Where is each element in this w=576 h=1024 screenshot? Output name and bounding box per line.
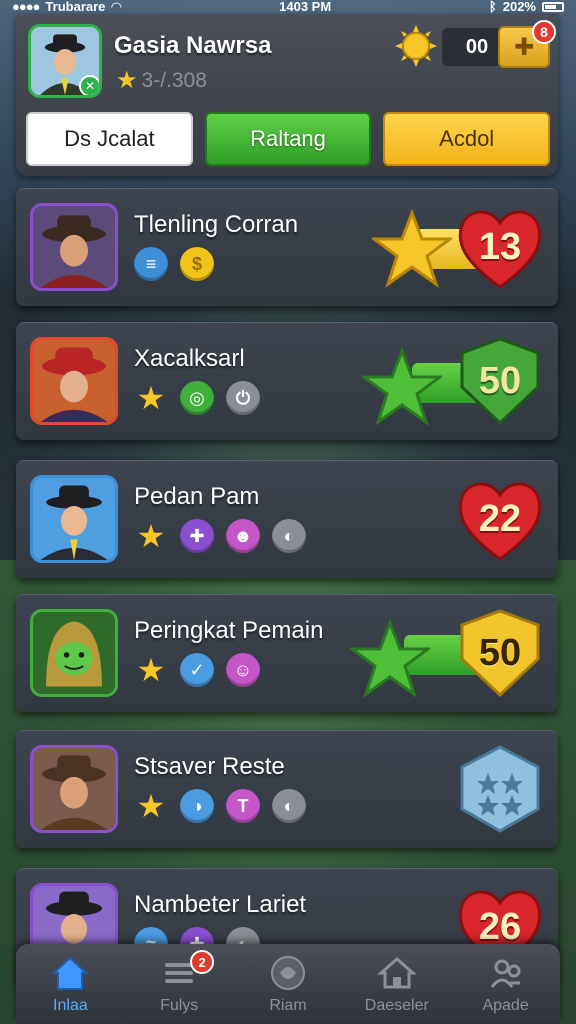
player-name: Nambeter Lariet <box>134 891 307 918</box>
nav-notification-badge: 2 <box>190 950 215 974</box>
player-name: Pedan Pam <box>134 483 260 510</box>
player-rank: ★ 3-/.308 <box>116 66 207 95</box>
wifi-icon: ◠ <box>111 0 122 14</box>
star-icon: ★ <box>136 518 166 554</box>
blue-token-icon: ≡ <box>134 247 168 281</box>
tab-ranking[interactable]: Raltang <box>204 112 372 166</box>
list-item[interactable]: Xacalksarl ★ ◎ ⏻ 50 <box>16 322 558 440</box>
nav-item-home[interactable]: Inlaa <box>16 944 125 1024</box>
achievement-icons: ★ ◎ ⏻ <box>134 380 260 416</box>
score-badge: 13 <box>454 201 546 293</box>
blue-token-icon: ✓ <box>180 653 214 687</box>
sun-coin-icon <box>395 25 437 67</box>
score-badge <box>454 743 546 835</box>
star-icon: ★ <box>136 788 166 824</box>
blue-token-icon: ◑ <box>180 789 214 823</box>
score-value: 22 <box>478 497 522 540</box>
score-badge: 50 <box>454 607 546 699</box>
gift-notification-badge: 8 <box>532 20 556 44</box>
nav-label: Inlaa <box>53 997 88 1014</box>
nav-item-list[interactable]: 2 Fulys <box>125 944 234 1024</box>
nav-label: Riam <box>269 997 307 1014</box>
gold-token-icon: $ <box>180 247 214 281</box>
rank-value: 3-/.308 <box>141 68 207 92</box>
people-icon <box>486 953 526 993</box>
nav-label: Daeseler <box>364 997 429 1014</box>
battery-percent: 202% <box>502 0 536 14</box>
score-value: 13 <box>478 225 522 268</box>
player-name: Peringkat Pemain <box>134 617 324 644</box>
nav-item-house[interactable]: Daeseler <box>342 944 451 1024</box>
goblin-portrait-icon <box>33 612 115 694</box>
star-icon: ★ <box>136 652 166 688</box>
rank-star-icon: ★ <box>116 67 138 94</box>
signal-icon: ●●●● <box>12 0 40 14</box>
fedora-portrait-icon <box>33 478 115 560</box>
list-item[interactable]: Stsaver Reste ★ ◑ T ◐ <box>16 730 558 848</box>
gray-token-icon: ◐ <box>272 519 306 553</box>
player-avatar <box>30 203 118 291</box>
home-icon <box>50 953 90 993</box>
pink-token-icon: ☻ <box>226 519 260 553</box>
pink-token-icon: ☺ <box>226 653 260 687</box>
achievement-icons: ★ ✚ ☻ ◐ <box>134 518 306 554</box>
player-avatar <box>30 745 118 833</box>
gray-token-icon: ⏻ <box>226 381 260 415</box>
green-token-icon: ◎ <box>180 381 214 415</box>
nav-item-people[interactable]: Apade <box>451 944 560 1024</box>
achievement-icons: ≡ $ <box>134 247 214 281</box>
house-icon <box>376 953 417 993</box>
score-value: 50 <box>478 631 522 674</box>
player-name: Stsaver Reste <box>134 753 285 780</box>
score-value: 50 <box>478 359 522 402</box>
ranger-portrait-icon <box>33 748 115 830</box>
gift-button[interactable]: ✚ 8 <box>498 20 556 68</box>
carrier-name: Trubarare <box>45 0 106 14</box>
list-item[interactable]: Peringkat Pemain ★ ✓ ☺ 50 <box>16 594 558 712</box>
player-avatar[interactable]: ✕ <box>28 24 102 98</box>
tab-first[interactable]: Ds Jcalat <box>26 112 193 166</box>
bottom-nav: Inlaa 2 Fulys Riam Daeseler Apade <box>16 944 560 1024</box>
player-name: Xacalksarl <box>134 345 245 372</box>
player-name: Gasia Nawrsa <box>114 32 272 59</box>
score-value: 26 <box>478 905 522 948</box>
list-item[interactable]: Tlenling Corran ≡ $ 13 <box>16 188 558 306</box>
green-star-icon <box>350 619 430 698</box>
player-name: Tlenling Corran <box>134 211 299 238</box>
achievement-icons: ★ ◑ T ◐ <box>134 788 306 824</box>
red-hat-portrait-icon <box>33 340 115 422</box>
nav-item-ball[interactable]: Riam <box>234 944 343 1024</box>
purple-token-icon: ✚ <box>180 519 214 553</box>
score-badge: 22 <box>454 473 546 565</box>
nav-label: Fulys <box>160 997 199 1014</box>
gift-icon: ✚ <box>513 33 535 61</box>
pink-token-icon: T <box>226 789 260 823</box>
nav-label: Apade <box>482 997 529 1014</box>
star-icon: ★ <box>136 380 166 416</box>
ball-icon <box>268 953 308 993</box>
green-star-icon <box>362 347 442 426</box>
player-avatar <box>30 609 118 697</box>
stars-badge-icon <box>460 745 540 833</box>
player-avatar <box>30 475 118 563</box>
score-badge: 50 <box>454 335 546 427</box>
battery-icon <box>541 2 564 12</box>
bluetooth-icon: ᛒ <box>488 0 497 14</box>
tab-third[interactable]: Acdol <box>383 112 551 166</box>
profile-header: ✕ Gasia Nawrsa ★ 3-/.308 00 ✚ 8 Ds Jcala… <box>16 14 558 176</box>
status-bar: ●●●● Trubarare ◠ 1403 PM ᛒ 202% <box>0 0 576 14</box>
list-item[interactable]: Pedan Pam ★ ✚ ☻ ◐ 22 <box>16 460 558 578</box>
status-time: 1403 PM <box>279 0 332 14</box>
achievement-icons: ★ ✓ ☺ <box>134 652 260 688</box>
level-badge: ✕ <box>79 75 99 95</box>
gray-token-icon: ◐ <box>272 789 306 823</box>
star-icon <box>372 209 452 288</box>
cowboy-portrait-icon <box>33 206 115 288</box>
player-avatar <box>30 337 118 425</box>
header-tabs: Ds Jcalat Raltang Acdol <box>26 112 551 166</box>
